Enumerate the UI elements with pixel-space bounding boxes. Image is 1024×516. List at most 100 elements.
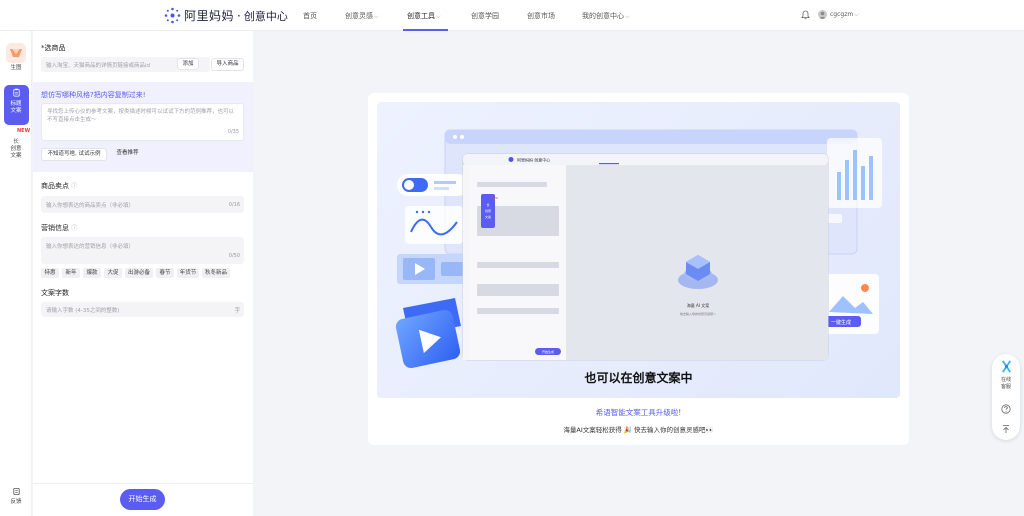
mini-side-label: 创意: [485, 208, 491, 213]
intro-card: 一键生成 阿里妈妈 创意中心 长 创意 文案 NEW 开始生成 海量 AI 文案…: [368, 93, 909, 445]
rail-item-label: 生图: [10, 65, 22, 71]
button-label: 查看推荐: [116, 150, 139, 156]
product-link-placeholder: 输入淘宝、天猫商品的详情页链接或商品id: [46, 63, 151, 69]
wordcount-placeholder: 请输入字数 (4-35之间的整数): [46, 308, 120, 314]
left-rail: 生图 标题 文案 NEW 长 创意 文案 反馈: [0, 31, 32, 516]
rail-item-title-copy[interactable]: 标题 文案: [0, 88, 32, 115]
avatar[interactable]: [818, 10, 827, 19]
tag-chip[interactable]: 春节: [156, 268, 174, 278]
new-badge: NEW: [17, 128, 31, 134]
top-navbar: 阿里妈妈 · 创意中心 首页 创意灵感⌵ 创意工具⌵ 创意学园 创意市场 我的创…: [0, 0, 1024, 31]
mini-side-label: 文案: [485, 214, 491, 219]
one-click-label: 一键生成: [831, 319, 851, 326]
nav-label: 我的创意中心: [582, 12, 624, 20]
feedback-icon: [12, 487, 20, 496]
selling-point-input[interactable]: 输入你想表达的商品卖点（非必填） 0/16: [41, 196, 244, 213]
tag-chip[interactable]: 爆款: [83, 268, 101, 278]
chevron-down-icon: ⌵: [854, 11, 859, 18]
generate-button[interactable]: 开始生成: [120, 489, 165, 510]
customer-service-icon: [1001, 360, 1011, 373]
back-to-top-button[interactable]: [992, 424, 1020, 436]
button-label: 不知道写啥, 试试示例: [47, 151, 101, 157]
chevron-down-icon: ⌵: [436, 13, 441, 20]
image-gen-icon: [6, 43, 26, 63]
nav-home[interactable]: 首页: [303, 11, 317, 21]
marketing-info-placeholder: 输入你想表达的营销信息（非必填）: [46, 244, 135, 250]
online-service-label: 在线 客服: [1000, 377, 1011, 390]
rail-item-label: 反馈: [10, 499, 22, 506]
wordcount-section-title: 文案字数: [41, 289, 69, 297]
marketing-title-text: 营销信息: [41, 224, 69, 232]
nav-inspiration[interactable]: 创意灵感⌵: [345, 11, 379, 21]
style-section-title: 想仿写哪种风格?把内容复制过来!: [41, 91, 146, 99]
mini-center-sub: 快去输入你的创意灵感吧～: [680, 311, 716, 316]
wordcount-unit: 字: [234, 308, 240, 314]
tag-chip[interactable]: 大促: [104, 268, 122, 278]
rail-item-feedback[interactable]: 反馈: [0, 487, 32, 506]
reference-copy-placeholder: 寻找您上传心仪的参考文案，按类描述时候可以试试下方的范例推荐，也可以不写直接点击…: [47, 109, 235, 123]
rail-item-image-gen[interactable]: 生图: [0, 43, 32, 72]
marketing-section-title: 营销信息 ⓘ: [41, 223, 77, 233]
selling-point-placeholder: 输入你想表达的商品卖点（非必填）: [46, 203, 135, 209]
chevron-down-icon: ⌵: [374, 13, 379, 20]
tag-chip[interactable]: 特惠: [41, 268, 59, 278]
question-circle-icon: [1001, 404, 1011, 414]
tag-chip[interactable]: 年货节: [177, 268, 199, 278]
hero-illustration-svg: 一键生成 阿里妈妈 创意中心 长 创意 文案 NEW 开始生成 海量 AI 文案…: [395, 129, 882, 368]
hero-caption: 也可以在创意文案中: [584, 371, 693, 385]
tag-chip[interactable]: 秋冬新品: [202, 268, 230, 278]
nav-tools[interactable]: 创意工具⌵: [407, 11, 441, 21]
tag-chip[interactable]: 新年: [62, 268, 80, 278]
nav-label: 创意学园: [471, 12, 499, 20]
clipboard-icon: [12, 88, 20, 97]
chevron-down-icon: ⌵: [625, 13, 630, 20]
upgrade-title: 希语智能文案工具升级啦!: [595, 408, 682, 417]
wordcount-input[interactable]: 请输入字数 (4-35之间的整数) 字: [41, 302, 244, 317]
rail-item-label: 标题 文案: [10, 101, 22, 115]
nav-label: 创意市场: [527, 12, 555, 20]
view-recommend-button[interactable]: 查看推荐: [111, 148, 144, 161]
rail-item-label: 长 创意 文案: [10, 139, 22, 160]
rail-item-long-copy[interactable]: 长 创意 文案: [0, 139, 32, 160]
panel-divider: [33, 483, 253, 484]
nav-market[interactable]: 创意市场: [527, 11, 555, 21]
mini-generate-label: 开始生成: [542, 349, 554, 354]
add-product-button[interactable]: 添加: [177, 58, 199, 70]
button-label: 添加: [182, 61, 194, 67]
reference-copy-textarea[interactable]: 寻找您上传心仪的参考文案，按类描述时候可以试试下方的范例推荐，也可以不写直接点击…: [41, 103, 244, 141]
floating-toolbar: 在线 客服: [992, 354, 1020, 440]
mini-center-label: 海量 AI 文案: [687, 302, 709, 308]
nav-academy[interactable]: 创意学园: [471, 11, 499, 21]
user-menu[interactable]: cgcgzm⌵: [830, 11, 859, 19]
nav-label: 首页: [303, 12, 317, 20]
hero-illustration: 一键生成 阿里妈妈 创意中心 长 创意 文案 NEW 开始生成 海量 AI 文案…: [377, 102, 900, 398]
upgrade-desc: 海量AI文案轻松获得 🎉 快去输入你的创意灵感吧👀: [563, 426, 714, 434]
try-example-button[interactable]: 不知道写啥, 试试示例: [41, 148, 107, 161]
bell-icon[interactable]: [801, 10, 810, 20]
import-product-button[interactable]: 导入商品: [211, 58, 244, 71]
form-panel: *选商品 输入淘宝、天猫商品的详情页链接或商品id 添加 导入商品 想仿写哪种风…: [33, 31, 253, 516]
info-icon[interactable]: ⓘ: [71, 183, 77, 190]
nav-label: 创意工具: [407, 12, 435, 20]
mini-side-label: 长: [486, 202, 489, 207]
char-count: 0/50: [228, 253, 240, 259]
nav-active-indicator: [403, 29, 448, 31]
online-service[interactable]: 在线 客服: [992, 359, 1020, 390]
avatar-icon: [819, 11, 826, 19]
help-button[interactable]: [992, 404, 1020, 416]
product-section-title: *选商品: [41, 44, 66, 52]
back-to-top-icon: [1003, 425, 1009, 433]
button-label: 导入商品: [216, 61, 239, 67]
username: cgcgzm: [830, 11, 854, 18]
logo-text: 阿里妈妈: [184, 9, 235, 23]
marketing-info-textarea[interactable]: 输入你想表达的营销信息（非必填） 0/50: [41, 237, 244, 264]
info-icon[interactable]: ⓘ: [71, 225, 77, 232]
logo[interactable]: 阿里妈妈 · 创意中心: [164, 7, 288, 24]
selling-section-title: 商品卖点 ⓘ: [41, 181, 77, 191]
nav-label: 创意灵感: [345, 12, 373, 20]
mini-new-badge: NEW: [492, 196, 498, 200]
selling-title-text: 商品卖点: [41, 182, 69, 190]
nav-my-center[interactable]: 我的创意中心⌵: [582, 11, 630, 21]
char-count: 0/16: [228, 202, 240, 208]
tag-chip[interactable]: 出游必备: [125, 268, 153, 278]
